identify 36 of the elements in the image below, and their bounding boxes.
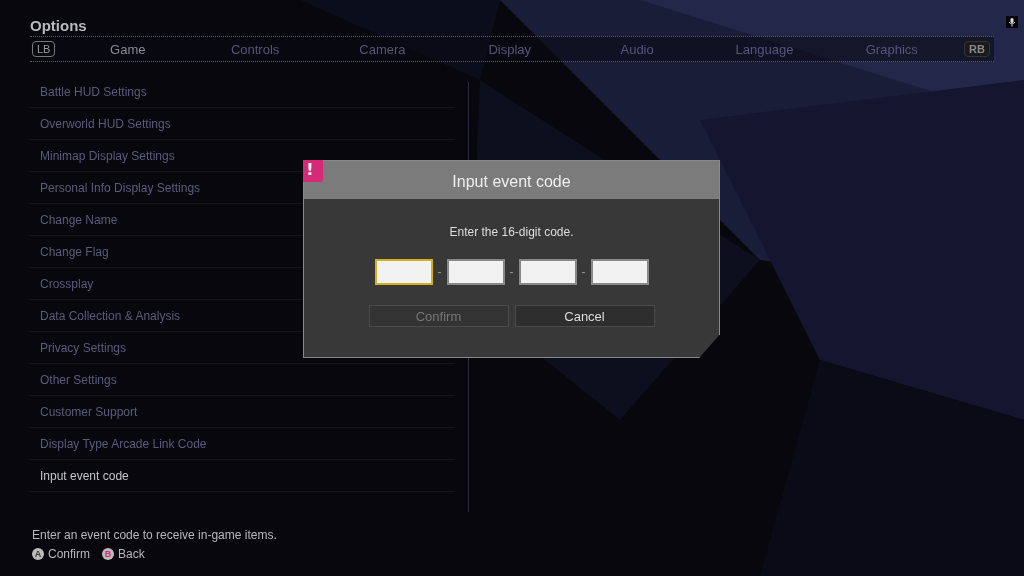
menu-item[interactable]: Change Flag [40,244,109,259]
menu-item[interactable]: Overworld HUD Settings [40,116,171,131]
code-field[interactable] [374,259,433,285]
tab[interactable]: Display [454,41,565,57]
menu-item[interactable]: Change Name [40,212,118,227]
menu-item[interactable]: Other Settings [40,372,117,387]
menu-item[interactable]: Personal Info Display Settings [40,180,201,195]
action-label: Confirm [48,547,90,561]
menu-item[interactable]: Privacy Settings [40,340,127,355]
dash-separator: - [581,265,586,279]
tab[interactable]: Controls [200,41,311,57]
tab[interactable]: Camera [327,41,438,57]
menu-item[interactable]: Data Collection & Analysis [40,308,181,323]
menu-item[interactable]: Minimap Display Settings [40,148,175,163]
dialog-message: Enter the 16-digit code. [449,225,574,239]
tab[interactable]: Language [709,41,820,57]
menu-item[interactable]: Battle HUD Settings [40,84,147,99]
lb-key[interactable]: LB [32,41,56,57]
tab[interactable]: Graphics [836,41,947,57]
rb-key[interactable]: RB [964,41,990,57]
menu-item[interactable]: Customer Support [40,404,138,419]
page-title: Options [30,17,87,34]
menu-item[interactable]: Display Type Arcade Link Code [40,436,207,451]
dash-separator: - [437,265,442,279]
tab[interactable]: Audio [582,41,693,57]
code-field[interactable] [518,259,577,285]
microphone-icon [1006,16,1018,28]
tab[interactable]: Game [72,41,183,57]
code-field[interactable] [446,259,505,285]
action-label: Back [118,547,145,561]
hint-text: Enter an event code to receive in-game items. [32,528,277,542]
code-field[interactable] [590,259,649,285]
menu-item[interactable]: Input event code [40,468,129,483]
dialog-button[interactable]: Cancel [514,305,655,327]
dash-separator: - [509,265,514,279]
menu-item[interactable]: Crossplay [40,276,94,291]
